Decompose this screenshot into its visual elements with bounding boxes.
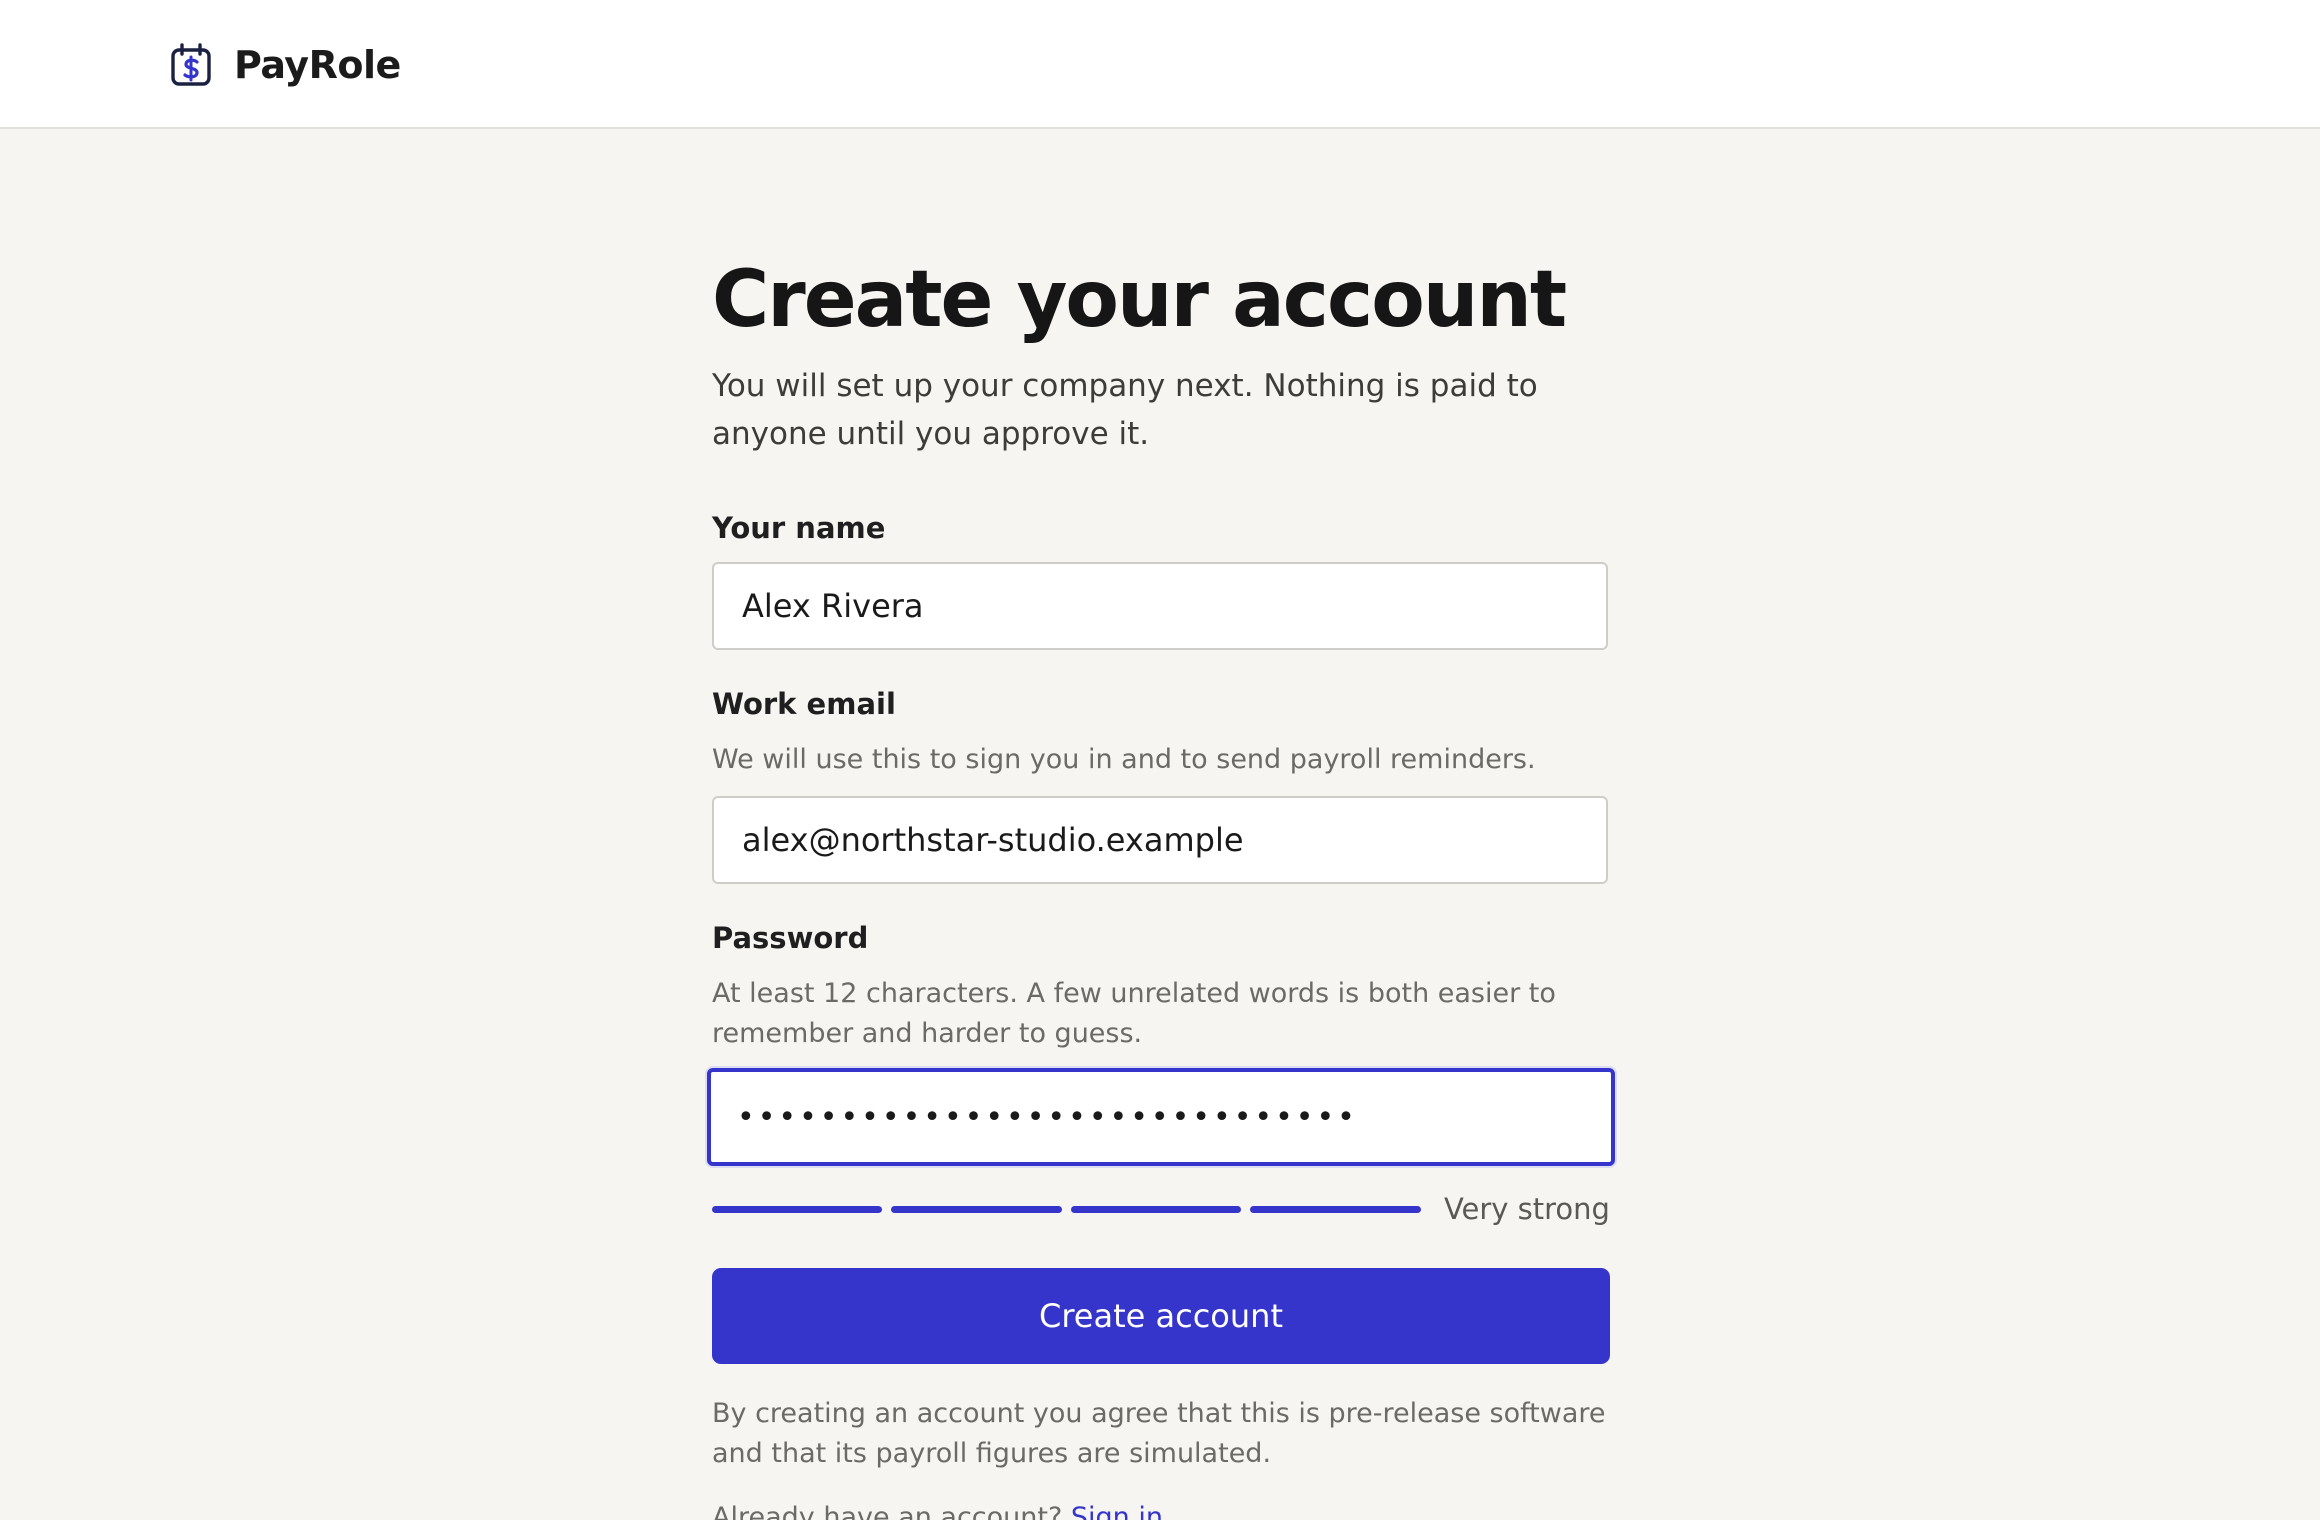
name-input[interactable]: Alex Rivera (712, 562, 1608, 650)
signin-prompt: Already have an account? Sign in (712, 1498, 1163, 1520)
strength-segment (1070, 1205, 1242, 1213)
name-input-value: Alex Rivera (742, 587, 924, 625)
email-input-value: alex@northstar-studio.example (742, 821, 1244, 859)
top-bar: PayRole (0, 0, 2320, 129)
email-label: Work email (712, 687, 896, 721)
create-account-button[interactable]: Create account (712, 1268, 1610, 1364)
page-title: Create your account (712, 255, 1567, 345)
brand-logo-link[interactable]: PayRole (170, 40, 401, 90)
strength-segment (1250, 1205, 1421, 1213)
password-strength-meter: Very strong (712, 1192, 1610, 1226)
calendar-dollar-icon (171, 43, 211, 86)
name-group: Your name Alex Rivera (712, 508, 1610, 650)
sign-in-link[interactable]: Sign in (1071, 1502, 1163, 1520)
password-input[interactable]: •••••••••••••••••••••••••••••• (707, 1068, 1615, 1166)
page-subtitle: You will set up your company next. Nothi… (712, 368, 1538, 452)
signup-form: Create your account You will set up your… (707, 250, 1615, 1474)
password-hint: At least 12 characters. A few unrelated … (712, 978, 1556, 1049)
email-hint: We will use this to sign you in and to s… (712, 744, 1536, 775)
password-input-value: •••••••••••••••••••••••••••••• (737, 1099, 1358, 1135)
signin-prompt-text: Already have an account? (712, 1502, 1063, 1520)
brand-name: PayRole (234, 43, 401, 87)
password-label: Password (712, 921, 869, 955)
email-input[interactable]: alex@northstar-studio.example (712, 796, 1608, 884)
terms-text: By creating an account you agree that th… (712, 1398, 1606, 1469)
strength-segment (891, 1205, 1062, 1213)
name-label: Your name (712, 511, 886, 545)
email-group: Work email We will use this to sign you … (712, 684, 1610, 884)
strength-segment (712, 1205, 883, 1213)
password-group: Password At least 12 characters. A few u… (707, 918, 1615, 1226)
strength-label: Very strong (1443, 1192, 1610, 1226)
